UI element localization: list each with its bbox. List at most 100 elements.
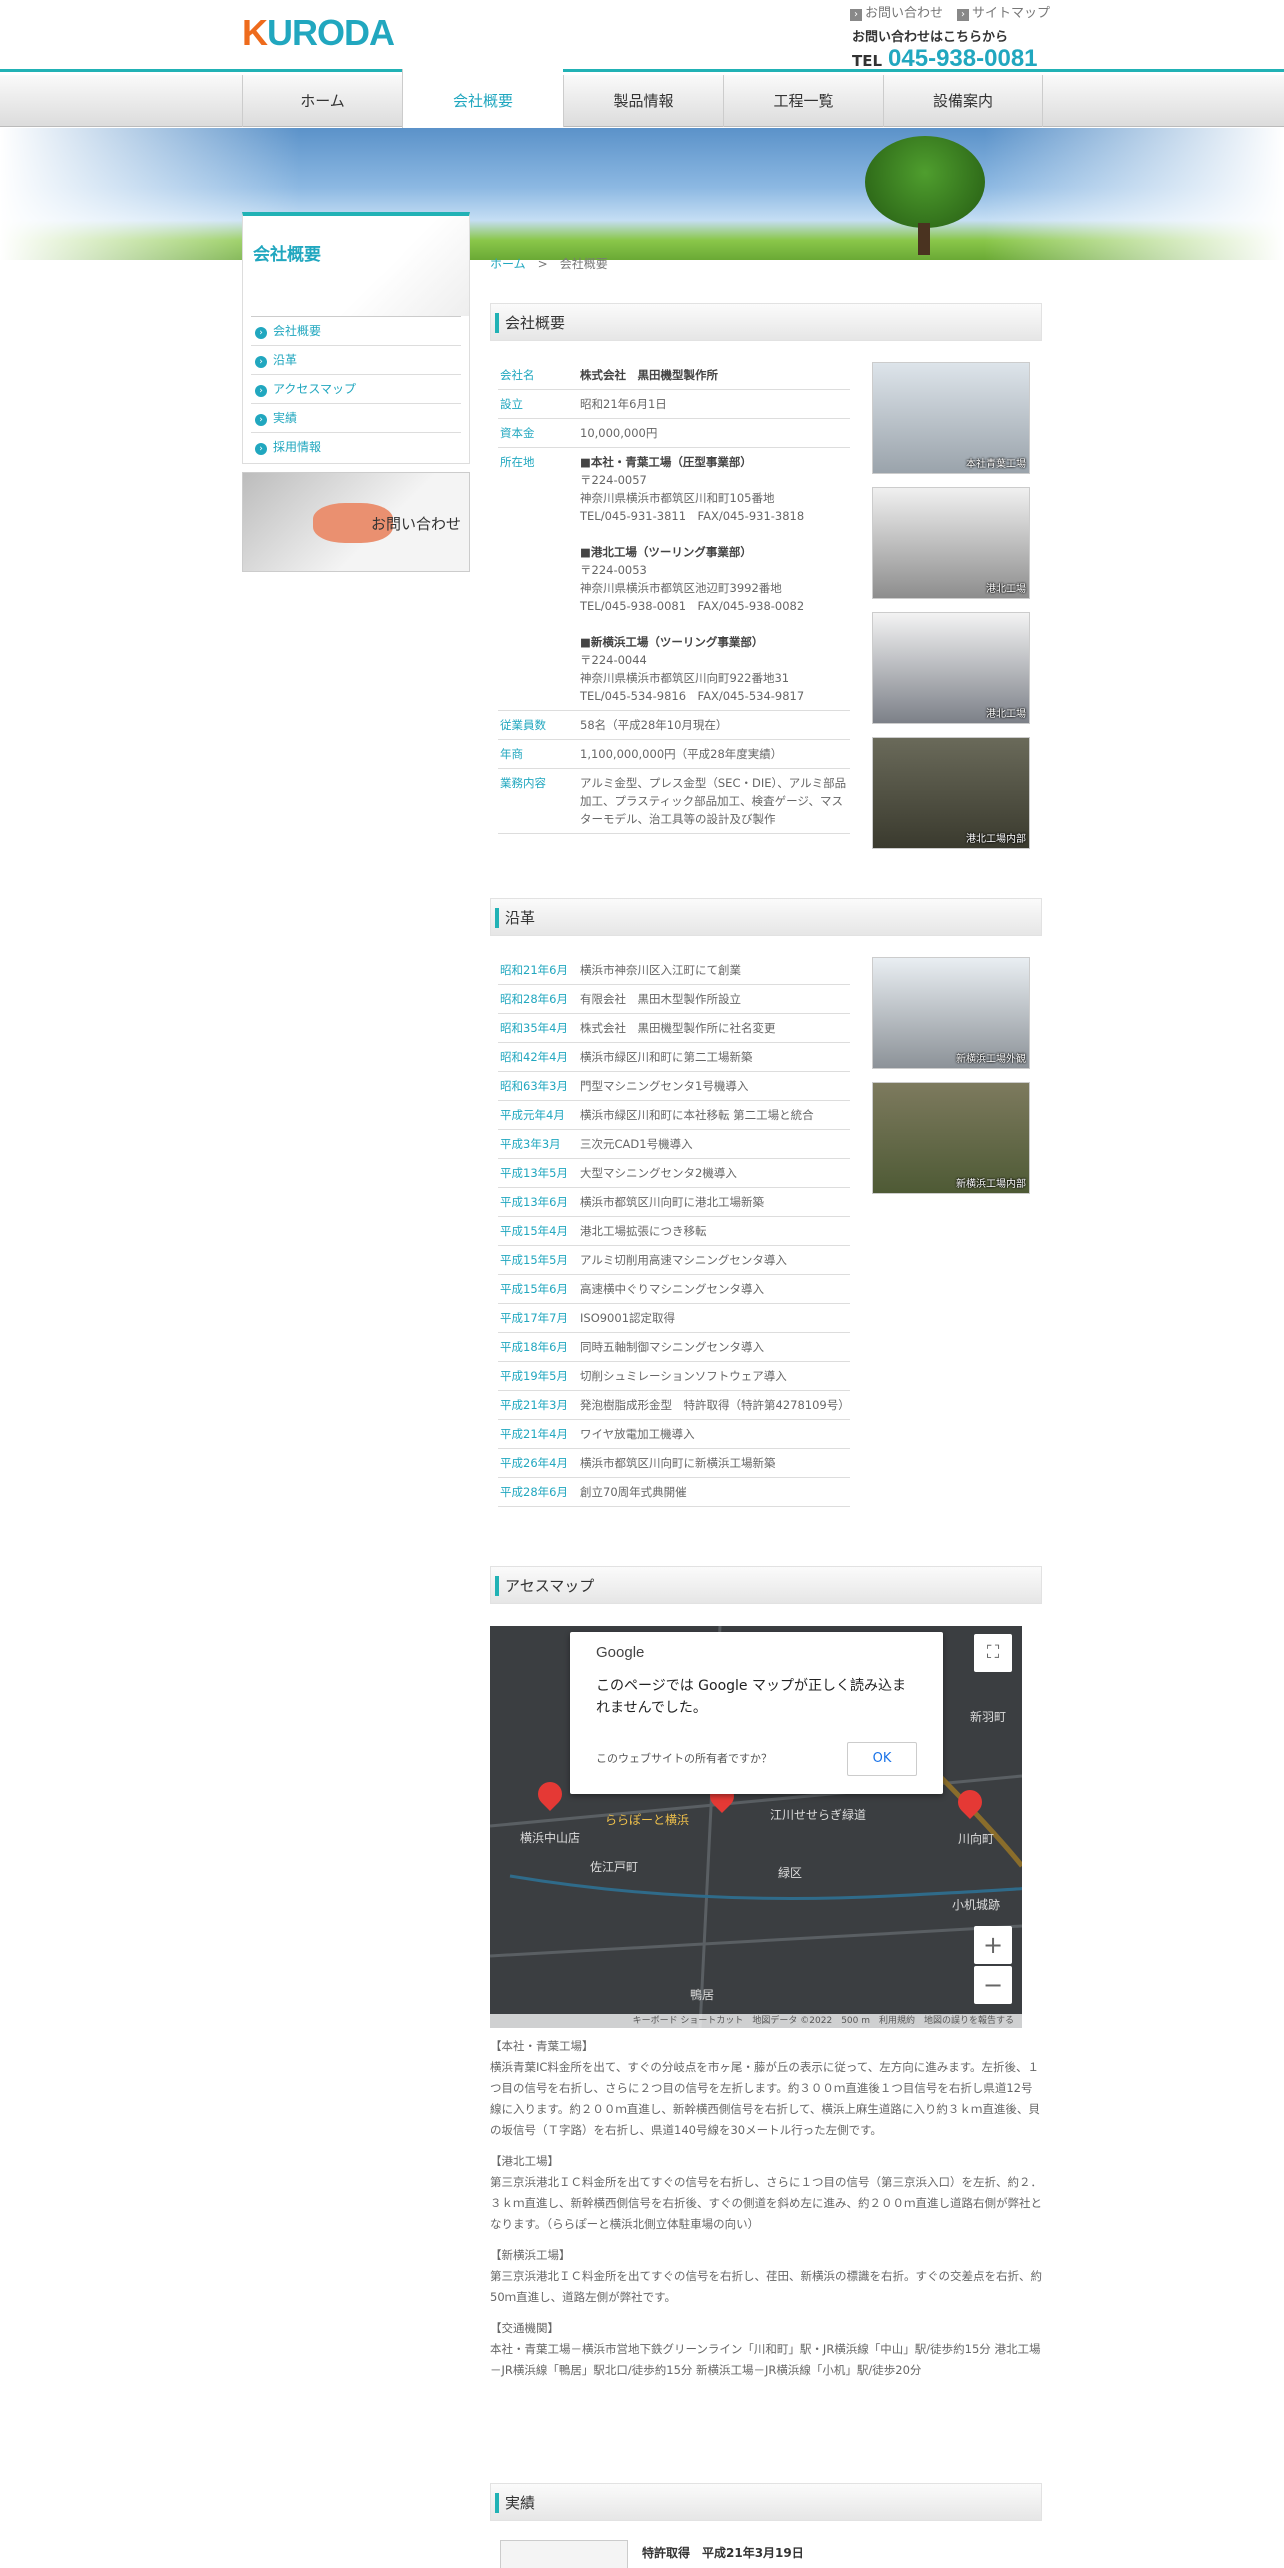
history-row: 平成元年4月 横浜市緑区川和町に本社移転 第二工場と統合 xyxy=(498,1100,850,1130)
google-brand: Google xyxy=(596,1644,645,1661)
arrow-icon: › xyxy=(255,356,267,368)
history-row: 平成15年4月 港北工場拡張につき移転 xyxy=(498,1216,850,1246)
results-thumbnail xyxy=(500,2540,628,2568)
tel-number[interactable]: 045-938-0081 xyxy=(888,45,1037,72)
directions-block: 【港北工場】 第三京浜港北ＩＣ料金所を出てすぐの信号を右折し、さらに１つ目の信号（… xyxy=(490,2154,1042,2231)
history-date: 平成13年5月 xyxy=(498,1158,578,1188)
logo-text: URODA xyxy=(267,12,395,53)
history-date: 昭和42年4月 xyxy=(498,1042,578,1072)
tel-box: お問い合わせはこちらから TEL 045-938-0081 xyxy=(852,26,1038,73)
table-row: 従業員数 58名（平成28年10月現在） xyxy=(498,710,850,740)
main-content: ホーム > 会社概要 xyxy=(490,255,1042,272)
sidebar: 会社概要 › 会社概要 › 沿革 › アクセスマップ › 実績 › 採用情報 お問い合わせ xyxy=(242,212,470,572)
contact-link[interactable]: › お問い合わせ xyxy=(850,2,943,21)
nav-home[interactable]: ホーム xyxy=(242,75,402,127)
table-row: 業務内容 アルミ金型、プレス金型（SEC・DIE）、アルミ部品加工、プラスティック… xyxy=(498,768,850,834)
history-event: 港北工場拡張につき移転 xyxy=(578,1216,850,1246)
section-heading-results: 実績 xyxy=(490,2483,1042,2521)
history-row: 平成17年7月 ISO9001認定取得 xyxy=(498,1303,850,1333)
site-header: KURODA › お問い合わせ › サイトマップ お問い合わせはこちらから TEL 0… xyxy=(0,0,1284,72)
arrow-icon: › xyxy=(957,9,970,21)
ok-button[interactable]: OK xyxy=(847,1742,917,1776)
photo: 新横浜工場外観 xyxy=(872,957,1030,1069)
arrow-icon: › xyxy=(255,327,267,339)
history-date: 平成21年3月 xyxy=(498,1390,578,1420)
map-footer: キーボード ショートカット 地図データ ©2022 500 m 利用規約 地図の… xyxy=(490,2014,1022,2028)
history-date: 平成26年4月 xyxy=(498,1448,578,1478)
fullscreen-icon[interactable]: ⛶ xyxy=(974,1634,1012,1672)
zoom-in-button[interactable]: + xyxy=(974,1926,1012,1964)
directions-block: 【本社・青葉工場】 横浜青葉IC料金所を出て、すぐの分岐点を市ヶ尾・藤が丘の表示に… xyxy=(490,2039,1040,2137)
sitemap-link[interactable]: › サイトマップ xyxy=(957,2,1050,21)
nav-products[interactable]: 製品情報 xyxy=(563,75,723,127)
history-row: 平成28年6月 創立70周年式典開催 xyxy=(498,1477,850,1507)
history-row: 昭和35年4月 株式会社 黒田機型製作所に社名変更 xyxy=(498,1013,850,1043)
history-date: 平成15年5月 xyxy=(498,1245,578,1275)
history-event: 高速横中ぐりマシニングセンタ導入 xyxy=(578,1274,850,1304)
history-date: 平成3年3月 xyxy=(498,1129,578,1159)
history-date: 平成19年5月 xyxy=(498,1361,578,1391)
history-row: 平成13年6月 横浜市都筑区川向町に港北工場新築 xyxy=(498,1187,850,1217)
sidebar-item-results[interactable]: › 実績 xyxy=(251,403,461,432)
sidebar-item-access[interactable]: › アクセスマップ xyxy=(251,374,461,403)
history-date: 平成13年6月 xyxy=(498,1187,578,1217)
photo: 新横浜工場内部 xyxy=(872,1082,1030,1194)
overview-table: 会社名 株式会社 黒田機型製作所 設立 昭和21年6月1日 資本金 10,000,00… xyxy=(498,361,850,834)
history-row: 平成21年4月 ワイヤ放電加工機導入 xyxy=(498,1419,850,1449)
access-directions: 【本社・青葉工場】 横浜青葉IC料金所を出て、すぐの分岐点を市ヶ尾・藤が丘の表示に… xyxy=(490,2036,1042,2391)
history-event: 同時五軸制御マシニングセンタ導入 xyxy=(578,1332,850,1362)
photo: 港北工場 xyxy=(872,487,1030,599)
history-row: 平成13年5月 大型マシニングセンタ2機導入 xyxy=(498,1158,850,1188)
sidebar-item-history[interactable]: › 沿革 xyxy=(251,345,461,374)
contact-banner[interactable]: お問い合わせ xyxy=(242,472,470,572)
history-event: 横浜市都筑区川向町に新横浜工場新築 xyxy=(578,1448,850,1478)
photo: 港北工場 xyxy=(872,612,1030,724)
tel-label: お問い合わせはこちらから xyxy=(852,30,1009,45)
table-row: 所在地 ■本社・青葉工場（圧型事業部） 〒224-0057 神奈川県横浜市都筑区川和… xyxy=(498,447,850,711)
site-logo[interactable]: KURODA xyxy=(242,12,395,54)
photo: 港北工場内部 xyxy=(872,737,1030,849)
directions-block: 【新横浜工場】 第三京浜港北ＩＣ料金所を出てすぐの信号を右折し、荏田、新横浜の標識… xyxy=(490,2248,1042,2304)
breadcrumb-home[interactable]: ホーム xyxy=(490,257,526,271)
google-map[interactable]: ららぽーと横浜 横浜中山店 江川せせらぎ緑道 緑区 小机城跡 新羽町 鴨居 佐江… xyxy=(490,1626,1022,2028)
page: KURODA › お問い合わせ › サイトマップ お問い合わせはこちらから TEL 0… xyxy=(0,0,1284,2568)
map-error-dialog: Google このページでは Google マップが正しく読み込まれませんでした… xyxy=(570,1632,943,1794)
history-date: 昭和35年4月 xyxy=(498,1013,578,1043)
history-row: 昭和21年6月 横浜市神奈川区入江町にて創業 xyxy=(498,956,850,985)
sidebar-title: 会社概要 xyxy=(243,216,469,316)
results-item: 特許取得 平成21年3月19日 xyxy=(642,2546,804,2560)
table-row: 資本金 10,000,000円 xyxy=(498,418,850,448)
history-date: 平成28年6月 xyxy=(498,1477,578,1507)
owner-question-link[interactable]: このウェブサイトの所有者ですか？ xyxy=(596,1750,772,1766)
history-event: 株式会社 黒田機型製作所に社名変更 xyxy=(578,1013,850,1043)
nav-process[interactable]: 工程一覧 xyxy=(723,75,883,127)
history-table: 昭和21年6月 横浜市神奈川区入江町にて創業 昭和28年6月 有限会社 黒田木型製作所… xyxy=(498,956,850,1507)
tree-image xyxy=(865,136,985,228)
nav-company[interactable]: 会社概要 xyxy=(402,69,563,129)
directions-block: 【交通機関】 本社・青葉工場－横浜市営地下鉄グリーンライン「川和町」駅・JR横浜線… xyxy=(490,2321,1041,2377)
table-row: 会社名 株式会社 黒田機型製作所 xyxy=(498,361,850,390)
hero-banner xyxy=(0,128,1284,260)
history-date: 昭和63年3月 xyxy=(498,1071,578,1101)
zoom-out-button[interactable]: − xyxy=(974,1966,1012,2004)
history-date: 平成15年6月 xyxy=(498,1274,578,1304)
history-event: 三次元CAD1号機導入 xyxy=(578,1129,850,1159)
history-date: 平成元年4月 xyxy=(498,1100,578,1130)
history-row: 平成15年6月 高速横中ぐりマシニングセンタ導入 xyxy=(498,1274,850,1304)
table-row: 年商 1,100,000,000円（平成28年度実績） xyxy=(498,739,850,769)
history-event: 創立70周年式典開催 xyxy=(578,1477,850,1507)
section-heading-access: アセスマップ xyxy=(490,1566,1042,1604)
history-event: ワイヤ放電加工機導入 xyxy=(578,1419,850,1449)
photo: 本社青葉工場 xyxy=(872,362,1030,474)
history-row: 昭和63年3月 門型マシニングセンタ1号機導入 xyxy=(498,1071,850,1101)
breadcrumb: ホーム > 会社概要 xyxy=(490,257,608,271)
history-event: 横浜市緑区川和町に第二工場新築 xyxy=(578,1042,850,1072)
nav-equipment[interactable]: 設備案内 xyxy=(883,75,1043,127)
sidebar-item-overview[interactable]: › 会社概要 xyxy=(251,316,461,345)
history-event: 切削シュミレーションソフトウェア導入 xyxy=(578,1361,850,1391)
history-event: 横浜市緑区川和町に本社移転 第二工場と統合 xyxy=(578,1100,850,1130)
history-date: 平成18年6月 xyxy=(498,1332,578,1362)
arrow-icon: › xyxy=(255,443,267,455)
history-event: ISO9001認定取得 xyxy=(578,1303,850,1333)
sidebar-item-recruit[interactable]: › 採用情報 xyxy=(251,432,461,461)
